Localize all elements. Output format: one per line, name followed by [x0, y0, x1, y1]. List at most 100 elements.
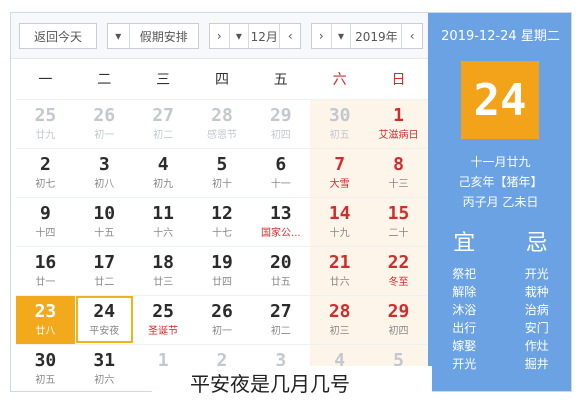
day-number: 19 [211, 252, 233, 273]
day-cell[interactable]: 4 初九 [133, 148, 193, 197]
day-cell[interactable]: 28 初三 [310, 295, 370, 344]
lunar-label: 十四 [35, 228, 56, 239]
lunar-label: 初二 [270, 326, 291, 337]
day-cell[interactable]: 28 感恩节 [192, 99, 252, 148]
day-cell[interactable]: 29 初四 [251, 99, 311, 148]
lunar-label: 廿九 [35, 130, 56, 141]
day-cell[interactable]: 12 十七 [192, 197, 252, 246]
day-number: 30 [34, 350, 57, 371]
day-cell[interactable]: 17 廿二 [74, 246, 134, 295]
day-cell[interactable]: 25 廿九 [16, 99, 75, 148]
day-cell[interactable]: 14 十九 [310, 197, 370, 246]
day-cell[interactable]: 23 廿八 [16, 295, 75, 344]
calendar-toolbar: 返回今天 ▾ 假期安排 › ▾ 12月 ‹ › ▾ 2019年 ‹ [11, 13, 428, 59]
day-cell[interactable]: 29 初四 [369, 295, 428, 344]
chevron-down-icon[interactable]: ▾ [332, 24, 352, 48]
day-cell[interactable]: 2 初七 [16, 148, 75, 197]
day-cell[interactable]: 26 初一 [192, 295, 252, 344]
day-cell[interactable]: 11 十六 [133, 197, 193, 246]
lunar-label: 初十 [211, 179, 232, 190]
day-number: 27 [152, 105, 174, 126]
day-cell[interactable]: 27 初二 [251, 295, 311, 344]
day-cell[interactable]: 13 国家公... [251, 197, 311, 246]
day-number: 25 [152, 301, 174, 322]
day-number: 16 [34, 252, 57, 273]
day-number: 30 [328, 105, 351, 126]
day-cell[interactable]: 26 初一 [74, 99, 134, 148]
day-number: 26 [93, 105, 116, 126]
page-caption: 平安夜是几月几号 [190, 372, 350, 396]
day-cell[interactable]: 30 初五 [16, 344, 75, 391]
lunar-label: 初一 [94, 130, 115, 141]
day-number: 24 [93, 301, 116, 322]
day-number: 2 [40, 154, 51, 175]
weekday-label: 三 [156, 72, 171, 88]
month-select[interactable]: › ▾ 12月 ‹ [209, 23, 301, 49]
day-number: 31 [93, 350, 116, 371]
calendar-app: 返回今天 ▾ 假期安排 › ▾ 12月 ‹ › ▾ 2019年 ‹ 一 二 三 四 五 六… [10, 12, 572, 392]
day-cell[interactable]: 6 十一 [251, 148, 311, 197]
lunar-label: 廿六 [329, 277, 350, 288]
weekday-label: 二 [97, 72, 112, 88]
day-number: 10 [93, 203, 116, 224]
day-number: 8 [393, 154, 404, 175]
day-cell[interactable]: 21 廿六 [310, 246, 370, 295]
chevron-right-icon[interactable]: › [210, 24, 230, 48]
lunar-label: 初三 [329, 326, 350, 337]
day-number: 7 [334, 154, 346, 175]
day-number: 9 [40, 203, 51, 224]
yi-item: 开光 [452, 357, 477, 371]
day-cell[interactable]: 5 初十 [192, 148, 252, 197]
lunar-date: 十一月廿九 [470, 155, 531, 169]
day-cell[interactable]: 20 廿五 [251, 246, 311, 295]
lunar-label: 十九 [329, 228, 350, 239]
ji-item: 开光 [524, 267, 549, 281]
return-today-button[interactable]: 返回今天 [19, 23, 97, 49]
holiday-select[interactable]: ▾ 假期安排 [107, 23, 199, 49]
chevron-left-icon[interactable]: ‹ [402, 24, 422, 48]
day-number: 23 [34, 301, 57, 322]
day-number: 25 [34, 105, 57, 126]
day-cell[interactable]: 25 圣诞节 [133, 295, 193, 344]
day-cell[interactable]: 9 十四 [16, 197, 75, 246]
day-cell[interactable]: 8 十三 [369, 148, 428, 197]
weekday-label: 一 [38, 72, 53, 88]
holiday-select-label: 假期安排 [139, 29, 188, 44]
yi-item: 祭祀 [452, 267, 477, 281]
weekday-label: 日 [391, 72, 406, 88]
chevron-right-icon[interactable]: › [312, 24, 332, 48]
day-cell[interactable]: 3 初八 [74, 148, 134, 197]
chevron-down-icon[interactable]: ▾ [108, 24, 130, 48]
lunar-label: 感恩节 [206, 130, 237, 141]
day-number: 20 [269, 252, 292, 273]
lunar-label: 冬至 [388, 277, 409, 288]
day-cell[interactable]: 24 平安夜 [74, 295, 134, 344]
lunar-label: 国家公... [261, 228, 301, 239]
yi-title: 宜 [453, 231, 476, 256]
chevron-down-icon[interactable]: ▾ [230, 24, 250, 48]
year-ganzhi: 己亥年【猪年】 [458, 175, 543, 189]
day-cell[interactable]: 10 十五 [74, 197, 134, 246]
yi-item: 解除 [452, 285, 477, 299]
ji-item: 作灶 [524, 339, 549, 353]
day-number: 18 [152, 252, 174, 273]
big-day-box: 24 [461, 61, 539, 139]
day-cell[interactable]: 1 艾滋病日 [369, 99, 428, 148]
day-cell[interactable]: 22 冬至 [369, 246, 428, 295]
lunar-label: 初五 [35, 375, 56, 386]
weekday-label: 四 [214, 72, 229, 88]
day-cell[interactable]: 27 初二 [133, 99, 193, 148]
ji-item: 治病 [524, 303, 549, 317]
year-select[interactable]: › ▾ 2019年 ‹ [311, 23, 423, 49]
day-cell[interactable]: 19 廿四 [192, 246, 252, 295]
day-cell[interactable]: 15 二十 [369, 197, 428, 246]
lunar-label: 初九 [153, 179, 174, 190]
big-day-number: 24 [473, 74, 527, 126]
day-cell[interactable]: 7 大雪 [310, 148, 370, 197]
day-cell[interactable]: 30 初五 [310, 99, 370, 148]
day-cell[interactable]: 18 廿三 [133, 246, 193, 295]
lunar-label: 十七 [211, 228, 232, 239]
day-cell[interactable]: 16 廿一 [16, 246, 75, 295]
day-cell[interactable]: 31 初六 [74, 344, 134, 391]
chevron-left-icon[interactable]: ‹ [280, 24, 300, 48]
